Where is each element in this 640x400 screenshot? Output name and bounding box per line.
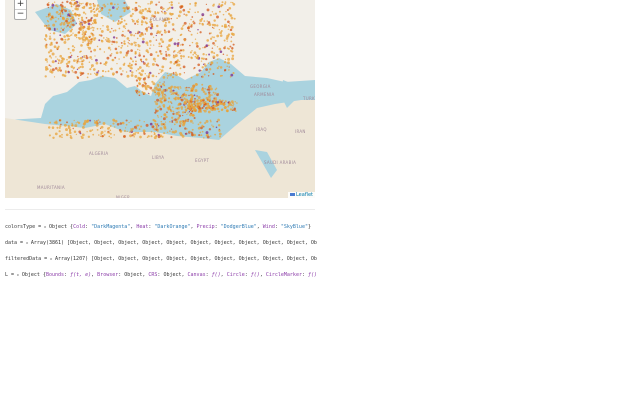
object-key: Bounds xyxy=(45,272,65,278)
object-value: ƒ() xyxy=(308,272,317,278)
object-key: Heat xyxy=(136,224,149,230)
object-key: CRS xyxy=(148,272,158,278)
country-label: NIGER xyxy=(116,195,131,198)
cell-variable-name: L xyxy=(5,272,9,278)
object-value: "DodgerBlue" xyxy=(220,224,257,230)
attribution-link[interactable]: Leaflet xyxy=(296,192,313,198)
country-label: SAUDI ARABIA xyxy=(264,160,297,165)
country-label: ARMENIA xyxy=(254,92,275,97)
cell-variable-name: filteredData xyxy=(5,256,42,262)
map-attribution[interactable]: Leaflet xyxy=(287,192,315,198)
object-key: Canvas xyxy=(187,272,206,278)
object-key: Circle xyxy=(226,272,245,278)
object-value: Object xyxy=(124,272,143,278)
country-label: MAURITANIA xyxy=(37,185,65,190)
zoom-out-button[interactable]: − xyxy=(15,10,26,19)
country-label: IRAQ xyxy=(256,127,267,132)
object-value: "DarkMagenta" xyxy=(91,224,131,230)
country-label: IRAN xyxy=(295,129,306,134)
zoom-in-button[interactable]: + xyxy=(15,0,26,9)
object-key: Wind xyxy=(262,224,275,230)
object-value: ƒ(t, e) xyxy=(70,272,92,278)
country-label: EGYPT xyxy=(195,158,210,163)
object-value: ƒ() xyxy=(250,272,260,278)
object-value: Object xyxy=(163,272,182,278)
cell-variable-name: data xyxy=(5,240,18,246)
map-tiles xyxy=(5,0,315,198)
cell-colorsType[interactable]: colorsType = ▸ Object {Cold: "DarkMagent… xyxy=(5,224,317,230)
cell-divider xyxy=(5,209,315,210)
country-label: LIBYA xyxy=(152,155,165,160)
cell-value-kind: Object xyxy=(21,272,40,278)
cell-value-summary: Array(3861) [Object, Object, Object, Obj… xyxy=(30,240,317,246)
leaflet-map[interactable]: + − POLAND GEORGIA ARMENIA TURKMENI IRAQ IRAN… xyxy=(5,0,315,198)
country-label: TURKMENI xyxy=(303,96,315,101)
cell-L[interactable]: L = ▸ Object {Bounds: ƒ(t, e), Browser: … xyxy=(5,272,317,278)
country-label: GEORGIA xyxy=(250,84,271,89)
cell-data[interactable]: data = ▸ Array(3861) [Object, Object, Ob… xyxy=(5,240,317,246)
country-label: ALGERIA xyxy=(89,151,109,156)
zoom-control: + − xyxy=(14,0,27,20)
africa-middle-east-land xyxy=(5,100,315,198)
leaflet-flag-icon xyxy=(289,193,295,196)
country-label: POLAND xyxy=(150,17,169,22)
cell-value-kind: Object xyxy=(48,224,68,230)
object-key: Cold xyxy=(73,224,86,230)
object-value: "SkyBlue" xyxy=(280,224,308,230)
object-key: Precip xyxy=(196,224,215,230)
cell-value-summary: Array(1207) [Object, Object, Object, Obj… xyxy=(54,256,317,262)
cell-filteredData[interactable]: filteredData = ▸ Array(1207) [Object, Ob… xyxy=(5,256,317,262)
object-key: CircleMarker xyxy=(265,272,302,278)
object-value: "DarkOrange" xyxy=(154,224,191,230)
cell-variable-name: colorsType xyxy=(5,224,36,230)
object-value: ƒ() xyxy=(211,272,221,278)
object-key: Browser xyxy=(97,272,119,278)
